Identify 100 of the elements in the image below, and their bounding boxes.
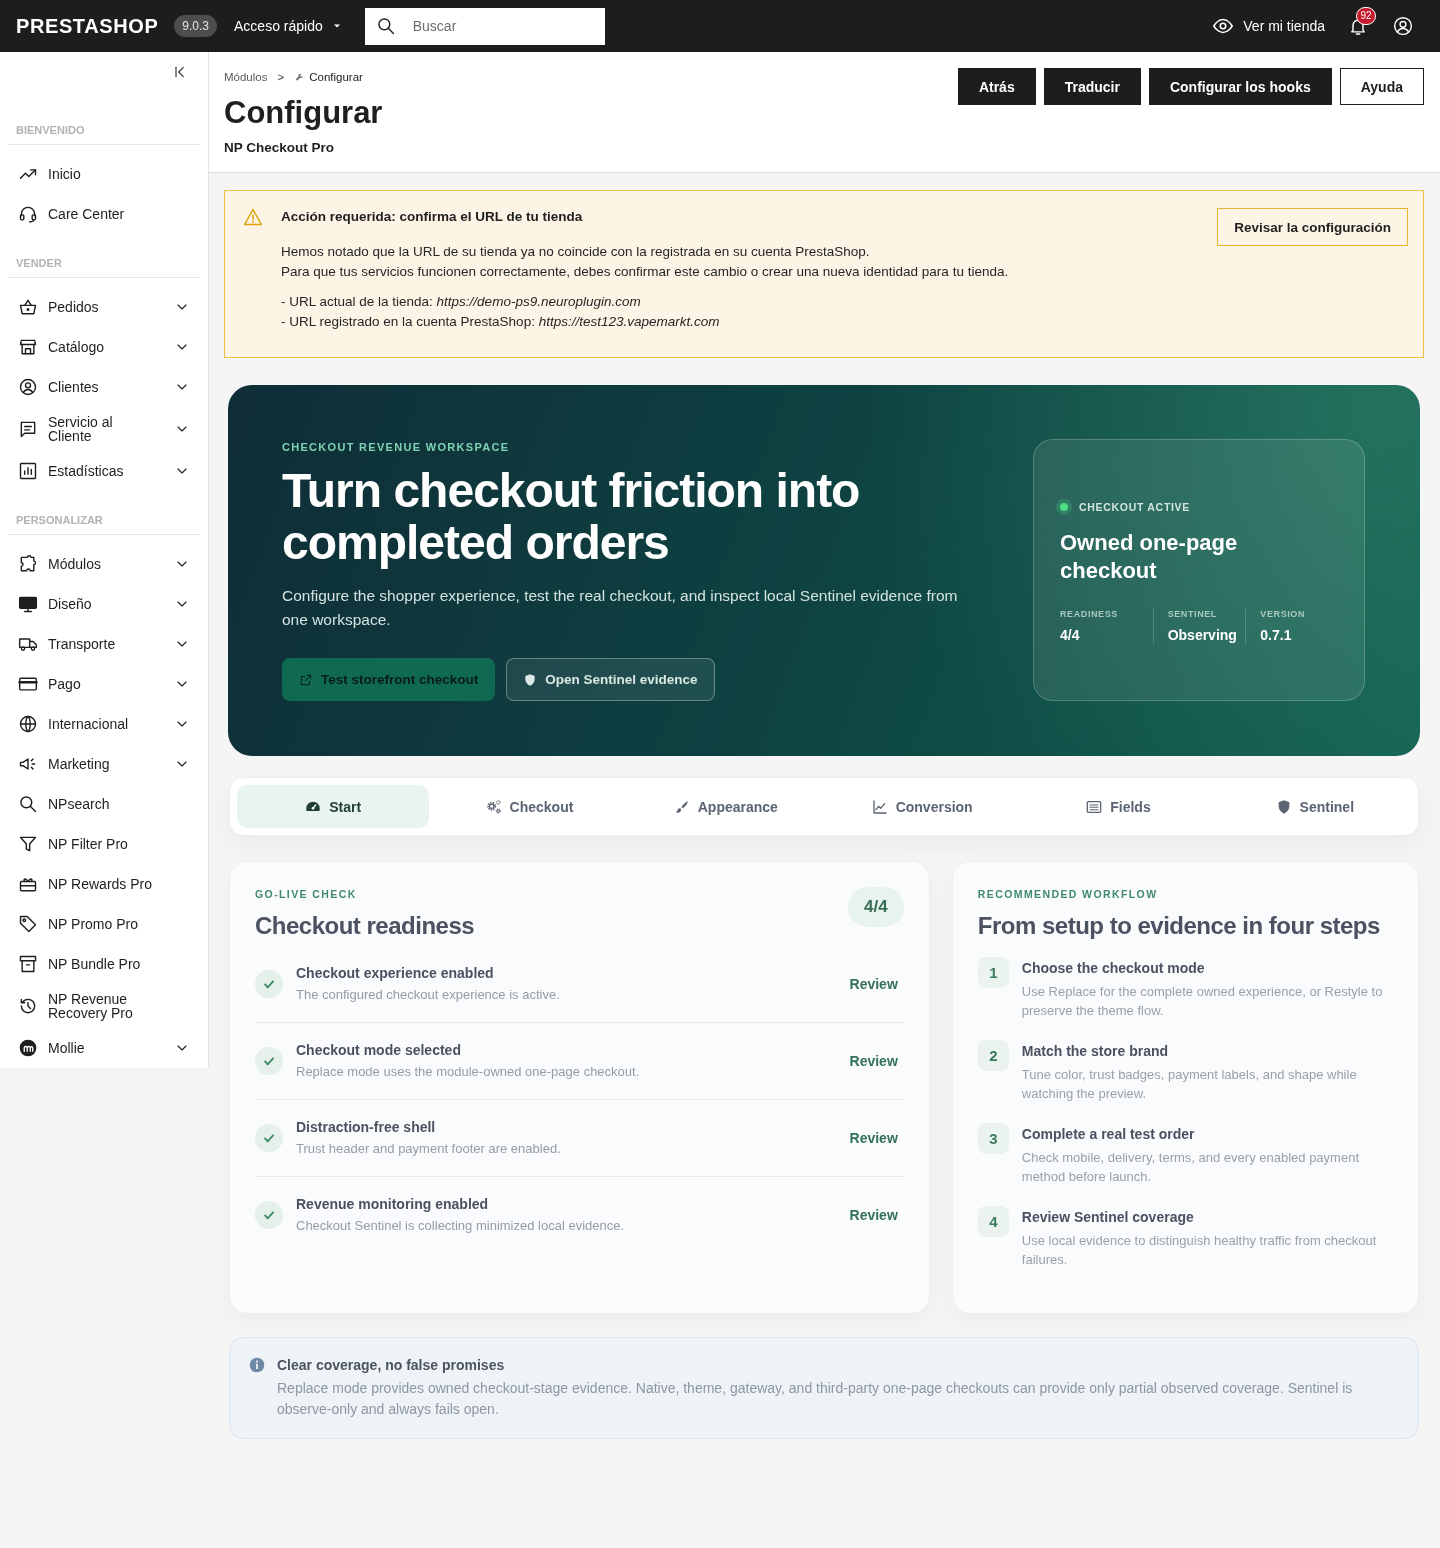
search-icon [18,794,38,814]
card-title: From setup to evidence in four steps [977,911,1381,941]
card-eyebrow: RECOMMENDED WORKFLOW [977,888,1159,901]
sidebar-item[interactable]: Estadísticas [8,451,200,491]
logo: PRESTASHOP [16,14,159,38]
sidebar-item[interactable]: Mollie [8,1028,200,1068]
check-title: Checkout mode selected [296,1041,462,1059]
card-eyebrow: GO-LIVE CHECK [255,888,358,901]
review-settings-button[interactable]: Revisar la configuración [1217,208,1408,246]
monitor-icon [18,594,38,614]
header-button[interactable]: Ayuda [1339,68,1424,105]
card-title: Checkout readiness [255,911,475,941]
sidebar-item[interactable]: Internacional [8,704,200,744]
step-title: Choose the checkout mode [1021,959,1206,977]
sidebar-item[interactable]: Care Center [8,194,200,234]
tab[interactable]: Sentinel [1218,785,1411,828]
tab[interactable]: Start [237,785,430,828]
review-link[interactable]: Review [849,1130,904,1146]
alert-text: Para que tus servicios funcionen correctamente, debes confirmar este cambio o crear una nueva identidad para tu tienda. [281,263,1010,281]
step-description: Tune color, trust badges, payment labels, and shape while watching the preview. [1021,1066,1358,1103]
view-store-link[interactable]: Ver mi tienda [1212,15,1325,37]
archive-box-icon [18,954,38,974]
page-title: Configurar [224,94,383,132]
gears-icon [485,798,502,815]
step-number: 4 [977,1206,1009,1237]
metric-value: 0.7.1 [1260,625,1293,644]
check-title: Checkout experience enabled [296,964,495,982]
account-icon[interactable] [1393,16,1413,36]
logo-icon [18,1038,38,1058]
sidebar-item[interactable]: Inicio [8,154,200,194]
header-button[interactable]: Configurar los hooks [1148,68,1332,105]
status-label: CHECKOUT ACTIVE [1079,500,1191,513]
step-title: Review Sentinel coverage [1021,1208,1195,1226]
step-description: Check mobile, delivery, terms, and every enabled payment method before launch. [1021,1149,1360,1186]
hero-title: Turn checkout friction into completed orders [282,465,861,569]
tag-icon [18,914,38,934]
breadcrumb-current: Configurar [309,71,363,83]
sidebar-item[interactable]: Pedidos [8,287,200,327]
page-subtitle: NP Checkout Pro [224,139,336,157]
sidebar-section-heading: VENDER [8,257,200,278]
metric-label: VERSION [1260,607,1307,620]
sidebar-item[interactable]: Servicio al Cliente [8,407,200,451]
tab[interactable]: Appearance [629,785,822,828]
list-icon [1086,798,1103,815]
chat-icon [18,419,38,439]
score-badge: 4/4 [847,887,904,927]
metric-value: Observing [1167,625,1238,644]
tab[interactable]: Fields [1022,785,1215,828]
line-chart-icon [871,798,888,815]
tab[interactable]: Conversion [826,785,1019,828]
info-icon [249,1357,265,1373]
review-link[interactable]: Review [849,1053,904,1069]
metric-label: SENTINEL [1167,607,1218,620]
step-title: Match the store brand [1021,1042,1170,1060]
check-description: Trust header and payment footer are enabled. [296,1140,562,1158]
warning-icon [243,207,263,227]
hero-button[interactable]: Open Sentinel evidence [506,658,715,701]
bar-chart-icon [18,461,38,481]
check-description: Replace mode uses the module-owned one-page checkout. [296,1063,641,1081]
quick-access-menu[interactable]: Acceso rápido [234,14,343,38]
search-field[interactable]: Buscar [364,7,605,45]
check-description: The configured checkout experience is active. [296,986,561,1004]
breadcrumb-link[interactable]: Módulos [224,71,268,83]
alert-url-line: - URL actual de la tienda: https://demo-ps9.neuroplugin.com [281,293,642,311]
sidebar-item[interactable]: Clientes [8,367,200,407]
puzzle-icon [18,554,38,574]
metric-label: READINESS [1060,607,1119,620]
sidebar-item[interactable]: Módulos [8,544,200,584]
sidebar-item[interactable]: NP Revenue Recovery Pro [8,984,200,1028]
globe-icon [18,714,38,734]
sidebar-item[interactable]: NP Bundle Pro [8,944,200,984]
step-title: Complete a real test order [1021,1125,1196,1143]
alert-title: Acción requerida: confirma el URL de tu tienda [281,208,584,226]
step-number: 2 [977,1040,1009,1071]
sidebar-item[interactable]: NP Promo Pro [8,904,200,944]
step-description: Use local evidence to distinguish healthy traffic from checkout failures. [1021,1232,1378,1269]
sidebar-item[interactable]: NP Filter Pro [8,824,200,864]
tab[interactable]: Checkout [433,785,626,828]
store-icon [18,337,38,357]
sidebar-item[interactable]: NPsearch [8,784,200,824]
note-text: Replace mode provides owned checkout-stage evidence. Native, theme, gateway, and third-party one-page checkouts can provide only partial observed coverage. Sentinel is observe-only and always fails open. [277,1379,1354,1419]
sidebar-item[interactable]: Marketing [8,744,200,784]
metric-value: 4/4 [1060,625,1081,644]
sidebar-item[interactable]: Transporte [8,624,200,664]
sidebar-item[interactable]: Pago [8,664,200,704]
review-link[interactable]: Review [849,976,904,992]
hero-text: Configure the shopper experience, test the real checkout, and inspect local Sentinel evidence from one workspace. [282,586,959,630]
step-number: 1 [977,957,1009,988]
header-button[interactable]: Traducir [1043,68,1141,105]
shield-icon [523,672,538,687]
review-link[interactable]: Review [849,1207,904,1223]
basket-icon [18,297,38,317]
search-icon [375,15,396,36]
alert-text: Hemos notado que la URL de su tienda ya no coincide con la registrada en su cuenta PrestaShop. [281,243,871,261]
sidebar-item[interactable]: Diseño [8,584,200,624]
sidebar-item[interactable]: Catálogo [8,327,200,367]
history-icon [18,996,38,1016]
sidebar-item[interactable]: NP Rewards Pro [8,864,200,904]
step-description: Use Replace for the complete owned experience, or Restyle to preserve the theme flow. [1021,983,1384,1020]
header-button[interactable]: Atrás [957,68,1036,105]
